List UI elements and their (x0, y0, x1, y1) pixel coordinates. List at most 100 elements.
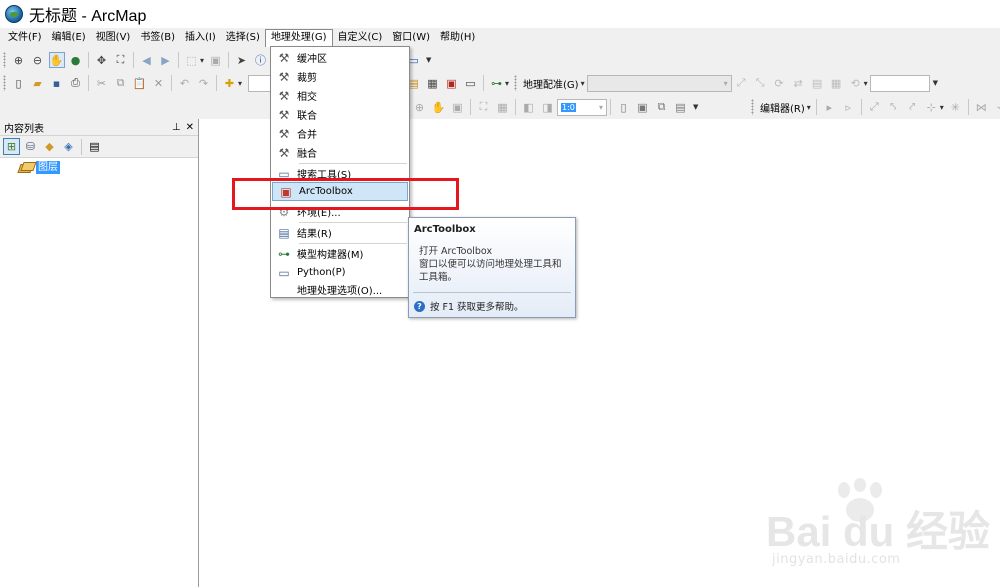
trace-icon[interactable]: ⤤ (904, 99, 920, 115)
menu-windows[interactable]: 窗口(W) (387, 29, 435, 46)
menu-bookmarks[interactable]: 书签(B) (135, 29, 180, 46)
list-by-selection-icon[interactable]: ◈ (60, 138, 77, 155)
go-forward-icon[interactable]: ▶ (158, 52, 174, 68)
toolbar-grip[interactable] (3, 75, 6, 91)
menu-help[interactable]: 帮助(H) (435, 29, 480, 46)
menu-item-intersect[interactable]: ⚒ 相交 (271, 86, 409, 105)
model-builder-icon[interactable]: ⊶ (489, 75, 505, 91)
layout-fixed-zoom-icon[interactable]: ⛶ (476, 99, 492, 115)
chevron-down-icon[interactable]: ▾ (505, 79, 509, 88)
menu-item-model-builder[interactable]: ⊶ 模型构建器(M) (271, 244, 409, 263)
select-features-icon[interactable]: ⬚ (184, 52, 200, 68)
chevron-down-icon[interactable]: ▾ (864, 79, 868, 88)
fixed-zoom-in-icon[interactable]: ✥ (94, 52, 110, 68)
menu-item-union[interactable]: ⚒ 联合 (271, 105, 409, 124)
delete-icon[interactable]: ✕ (151, 75, 167, 91)
cut-icon[interactable]: ✂ (94, 75, 110, 91)
data-driven-pages-icon[interactable]: ▤ (673, 99, 689, 115)
print-icon[interactable]: ⎙ (68, 75, 84, 91)
menu-item-clip[interactable]: ⚒ 裁剪 (271, 67, 409, 86)
table-of-contents-icon[interactable]: ▦ (425, 75, 441, 91)
menu-item-merge[interactable]: ⚒ 合并 (271, 124, 409, 143)
reshape-icon[interactable]: ⌁ (992, 99, 1000, 115)
focus-data-frame-icon[interactable]: ▣ (635, 99, 651, 115)
close-icon[interactable]: ✕ (186, 122, 194, 133)
rotate-icon[interactable]: ⟳ (771, 75, 787, 91)
go-back-icon[interactable]: ◀ (139, 52, 155, 68)
chevron-down-icon[interactable]: ▾ (807, 103, 811, 112)
menu-geoprocessing[interactable]: 地理处理(G) (264, 29, 333, 47)
search-window-icon[interactable]: ▭ (463, 75, 479, 91)
point-icon[interactable]: ⊹ (923, 99, 939, 115)
control-points-icon[interactable]: ⤡ (752, 75, 768, 91)
full-extent-globe-icon[interactable]: ● (68, 52, 84, 68)
toolbar-overflow-icon[interactable]: ▼ (693, 102, 700, 112)
midpoint-icon[interactable]: ✳ (947, 99, 963, 115)
undo-icon[interactable]: ↶ (177, 75, 193, 91)
menu-customize[interactable]: 自定义(C) (333, 29, 388, 46)
menu-item-results[interactable]: ▤ 结果(R) (271, 223, 409, 242)
add-data-icon[interactable]: ✚ (222, 75, 238, 91)
chevron-down-icon[interactable]: ▾ (581, 79, 585, 88)
menu-item-geoprocessing-options[interactable]: 地理处理选项(O)... (271, 280, 409, 299)
rotate-flip-icon[interactable]: ⟲ (847, 75, 863, 91)
catalog-window-icon[interactable]: ▣ (444, 75, 460, 91)
identify-icon[interactable]: ⓘ (253, 52, 269, 68)
layout-scale-icon[interactable]: ◨ (540, 99, 556, 115)
toolbar-grip[interactable] (751, 99, 754, 115)
edit-annotation-icon[interactable]: ▹ (840, 99, 856, 115)
change-layout-icon[interactable]: ⧉ (654, 99, 670, 115)
zoom-out-icon[interactable]: ⊖ (30, 52, 46, 68)
list-by-source-icon[interactable]: ⛁ (22, 138, 39, 155)
menu-item-dissolve[interactable]: ⚒ 融合 (271, 143, 409, 162)
toolbar-grip[interactable] (3, 52, 6, 68)
edit-vertices-icon[interactable]: ⋈ (973, 99, 989, 115)
pin-icon[interactable]: ⊥ (172, 122, 181, 133)
menu-selection[interactable]: 选择(S) (221, 29, 265, 46)
menu-insert[interactable]: 插入(I) (180, 29, 221, 46)
toolbar-overflow-icon[interactable]: ▼ (933, 78, 940, 88)
georef-layer-combo[interactable]: ▾ (586, 74, 732, 92)
view-info-icon[interactable]: ▦ (828, 75, 844, 91)
zoom-in-icon[interactable]: ⊕ (11, 52, 27, 68)
new-document-icon[interactable]: ▯ (11, 75, 27, 91)
editor-menu[interactable]: 编辑器(R) (760, 100, 805, 115)
straight-segment-icon[interactable]: ⤢ (866, 99, 882, 115)
list-by-drawing-order-icon[interactable]: ⊞ (3, 138, 20, 155)
layout-zoom-100-icon[interactable]: ▣ (450, 99, 466, 115)
toc-options-icon[interactable]: ▤ (86, 138, 103, 155)
georef-value-input[interactable] (869, 74, 930, 92)
list-by-visibility-icon[interactable]: ◆ (41, 138, 58, 155)
clear-selection-icon[interactable]: ▣ (208, 52, 224, 68)
layout-zoom-whole-icon[interactable]: ▦ (495, 99, 511, 115)
chevron-down-icon[interactable]: ▾ (940, 103, 944, 112)
paste-icon[interactable]: 📋 (132, 75, 148, 91)
chevron-down-icon[interactable]: ▾ (200, 56, 204, 65)
menu-item-buffer[interactable]: ⚒ 缓冲区 (271, 48, 409, 67)
layout-zoom-in-icon[interactable]: ⊕ (412, 99, 428, 115)
add-control-points-icon[interactable]: ⤢ (733, 75, 749, 91)
select-elements-arrow-icon[interactable]: ➤ (234, 52, 250, 68)
menu-edit[interactable]: 编辑(E) (47, 29, 91, 46)
view-link-table-icon[interactable]: ▤ (809, 75, 825, 91)
toolbar-grip[interactable] (514, 75, 518, 91)
redo-icon[interactable]: ↷ (196, 75, 212, 91)
shift-icon[interactable]: ⇄ (790, 75, 806, 91)
end-point-arc-icon[interactable]: ⤣ (885, 99, 901, 115)
toolbar-overflow-icon[interactable]: ▼ (426, 55, 433, 65)
layout-zoom-percent-combo[interactable]: 1:0 ▾ (557, 98, 607, 116)
menu-file[interactable]: 文件(F) (3, 29, 47, 46)
layout-pan-icon[interactable]: ✋ (431, 99, 447, 115)
fixed-zoom-out-icon[interactable]: ⛶ (113, 52, 129, 68)
layer-name[interactable]: 图层 (36, 161, 60, 174)
save-icon[interactable]: ▪ (49, 75, 65, 91)
copy-icon[interactable]: ⧉ (113, 75, 129, 91)
toc-layer-item[interactable]: 图层 (0, 158, 198, 174)
toggle-draft-icon[interactable]: ▯ (616, 99, 632, 115)
edit-tool-icon[interactable]: ▸ (821, 99, 837, 115)
open-folder-icon[interactable]: ▰ (30, 75, 46, 91)
layout-back-icon[interactable]: ◧ (521, 99, 537, 115)
georeferencing-menu[interactable]: 地理配准(G) (523, 76, 579, 91)
chevron-down-icon[interactable]: ▾ (238, 79, 242, 88)
pan-hand-icon[interactable]: ✋ (48, 52, 65, 68)
